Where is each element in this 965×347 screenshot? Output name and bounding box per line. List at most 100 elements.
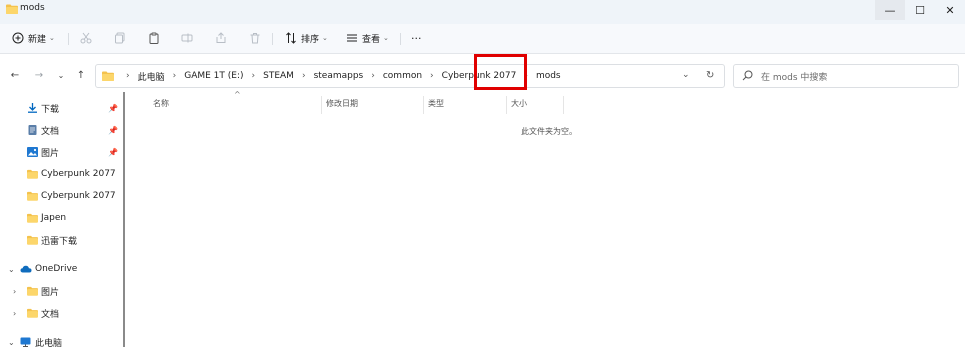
breadcrumb-separator[interactable]: › (173, 71, 177, 81)
breadcrumb-separator[interactable]: › (302, 71, 306, 81)
title-bar: mods — ☐ ✕ (0, 0, 965, 24)
maximize-button[interactable]: ☐ (905, 0, 935, 20)
column-divider[interactable] (423, 96, 424, 114)
breadcrumb-separator[interactable]: › (430, 71, 434, 81)
sort-button[interactable]: 排序 ⌄ (285, 29, 328, 47)
toolbar-divider (272, 33, 273, 45)
column-divider[interactable] (321, 96, 322, 114)
file-list: ^ 名称 修改日期 类型 大小 此文件夹为空。 (130, 90, 965, 347)
pin-icon: 📌 (108, 147, 118, 157)
back-button[interactable]: ← (8, 68, 22, 82)
breadcrumb-drive[interactable]: GAME 1T (E:) (184, 71, 243, 81)
arrow-up-icon: ↑ (76, 69, 86, 81)
folder-icon (27, 191, 38, 201)
folder-icon (102, 71, 114, 81)
sidebar-item-label: 图片 (41, 287, 60, 298)
sidebar-item-cyberpunk-2[interactable]: Cyberpunk 2077 (0, 186, 122, 206)
column-divider[interactable] (563, 96, 564, 114)
sidebar-item-label: 迅雷下载 (41, 236, 78, 247)
column-header-size[interactable]: 大小 (511, 98, 527, 109)
search-box[interactable]: 在 mods 中搜索 (733, 64, 959, 88)
recent-locations-button[interactable]: ⌄ (54, 68, 68, 82)
picture-icon (27, 147, 38, 157)
sidebar-scrollbar[interactable] (123, 92, 125, 347)
chevron-down-icon: ⌄ (322, 34, 328, 42)
column-header-type[interactable]: 类型 (428, 98, 444, 109)
copy-icon (115, 32, 125, 44)
rename-button[interactable] (181, 29, 193, 47)
cloud-icon (20, 265, 32, 273)
breadcrumb-steam[interactable]: STEAM (263, 71, 294, 81)
breadcrumb-this-pc[interactable]: 此电脑 (138, 70, 165, 83)
copy-button[interactable] (114, 29, 126, 47)
sidebar-item-downloads[interactable]: 下载 📌 (0, 98, 122, 118)
plus-circle-icon (12, 32, 24, 44)
folder-icon (27, 235, 38, 245)
document-icon (28, 125, 37, 135)
toolbar-divider (68, 33, 69, 45)
share-button[interactable] (215, 29, 227, 47)
sidebar-item-pictures[interactable]: 图片 📌 (0, 142, 122, 162)
sidebar-item-japen[interactable]: Japen (0, 208, 122, 228)
chevron-right-icon[interactable]: › (13, 309, 16, 318)
delete-button[interactable] (249, 29, 261, 47)
minimize-icon: — (884, 3, 896, 17)
column-header-name[interactable]: 名称 (153, 98, 169, 109)
up-button[interactable]: ↑ (74, 68, 88, 82)
chevron-down-icon[interactable]: ⌄ (8, 338, 15, 347)
minimize-button[interactable]: — (875, 0, 905, 20)
cut-button[interactable] (80, 29, 92, 47)
breadcrumb-mods[interactable]: mods (536, 71, 561, 81)
sidebar-item-label: 文档 (41, 126, 60, 137)
address-history-button[interactable]: ⌄ (682, 70, 690, 80)
sort-indicator-icon: ^ (234, 90, 241, 99)
column-divider[interactable] (506, 96, 507, 114)
column-header-date-modified[interactable]: 修改日期 (326, 98, 358, 109)
breadcrumb-steamapps[interactable]: steamapps (314, 71, 364, 81)
new-button[interactable]: 新建 ⌄ (12, 29, 55, 47)
view-button[interactable]: 查看 ⌄ (346, 29, 389, 47)
sidebar-item-onedrive[interactable]: ⌄ OneDrive (0, 259, 122, 279)
sidebar-item-label: 文档 (41, 309, 60, 320)
breadcrumb-common[interactable]: common (383, 71, 422, 81)
breadcrumb-separator: › (126, 71, 130, 81)
view-list-icon (347, 34, 357, 42)
sidebar-item-label: OneDrive (35, 264, 78, 274)
clipboard-icon (149, 32, 159, 44)
folder-icon (27, 308, 38, 318)
pin-icon: 📌 (108, 125, 118, 135)
sidebar-item-xunlei[interactable]: 迅雷下载 (0, 230, 122, 250)
trash-icon (250, 33, 260, 44)
paste-button[interactable] (148, 29, 160, 47)
arrow-right-icon: → (34, 69, 44, 81)
chevron-down-icon: ⌄ (49, 34, 55, 42)
sidebar-item-label: Cyberpunk 2077 (41, 191, 116, 201)
sort-icon (286, 32, 296, 44)
address-bar[interactable]: › 此电脑 › GAME 1T (E:) › STEAM › steamapps… (95, 64, 725, 88)
forward-button[interactable]: → (32, 68, 46, 82)
folder-icon (27, 169, 38, 179)
sidebar-item-documents[interactable]: 文档 📌 (0, 120, 122, 140)
more-options-button[interactable]: ··· (411, 29, 422, 47)
chevron-right-icon[interactable]: › (13, 287, 16, 296)
breadcrumb-separator[interactable]: › (252, 71, 256, 81)
arrow-left-icon: ← (10, 69, 20, 81)
search-input[interactable]: 在 mods 中搜索 (761, 70, 827, 83)
download-icon (28, 103, 37, 113)
sidebar-item-cyberpunk-1[interactable]: Cyberpunk 2077 (0, 164, 122, 184)
sidebar-item-onedrive-pictures[interactable]: › 图片 (0, 281, 122, 301)
chevron-down-icon[interactable]: ⌄ (8, 265, 15, 274)
sidebar-item-this-pc[interactable]: ⌄ 此电脑 (0, 332, 122, 347)
empty-folder-message: 此文件夹为空。 (521, 127, 577, 136)
share-icon (216, 32, 226, 43)
breadcrumb-separator[interactable]: › (371, 71, 375, 81)
chevron-down-icon: ⌄ (57, 70, 65, 80)
pin-icon: 📌 (108, 103, 118, 113)
folder-icon (27, 213, 38, 223)
sidebar-item-onedrive-documents[interactable]: › 文档 (0, 303, 122, 323)
more-icon: ··· (411, 31, 422, 45)
rename-icon (181, 33, 193, 43)
search-icon (742, 70, 753, 81)
refresh-button[interactable]: ↻ (706, 70, 714, 81)
close-button[interactable]: ✕ (935, 0, 965, 20)
